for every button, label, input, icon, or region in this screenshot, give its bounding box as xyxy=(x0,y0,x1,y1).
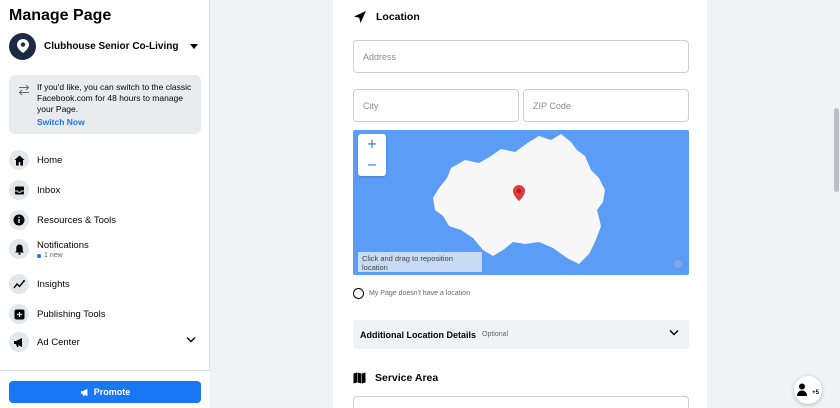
collaborators-button[interactable]: +5 xyxy=(794,376,822,404)
scrollbar-thumb[interactable] xyxy=(834,108,839,192)
notification-count: 1 new xyxy=(37,252,63,259)
no-location-label: My Page doesn't have a location xyxy=(369,290,470,297)
page-name: Clubhouse Senior Co-Living xyxy=(44,40,179,52)
swap-arrows-icon xyxy=(18,84,30,96)
location-section-header: Location xyxy=(353,10,420,24)
navigation-arrow-icon xyxy=(354,11,366,23)
no-location-radio[interactable] xyxy=(353,288,364,299)
notice-text: If you'd like, you can switch to the cla… xyxy=(37,82,192,114)
sidebar-item-inbox[interactable]: Inbox xyxy=(9,178,201,202)
sidebar-item-label: Home xyxy=(37,154,63,166)
map-reposition-hint: Click and drag to reposition location xyxy=(358,252,482,272)
location-title: Location xyxy=(376,11,420,23)
zoom-in-button[interactable]: + xyxy=(358,134,386,155)
sidebar-item-home[interactable]: Home xyxy=(9,148,201,172)
city-input[interactable] xyxy=(353,89,519,122)
additional-details-title: Additional Location Details xyxy=(360,329,477,340)
sidebar-item-label: Ad Center xyxy=(37,336,80,348)
map-corner-icon xyxy=(674,260,682,268)
sidebar-item-ad-center[interactable]: Ad Center xyxy=(9,330,201,354)
chevron-down-icon[interactable] xyxy=(669,329,679,336)
address-input[interactable] xyxy=(353,40,689,73)
service-area-title: Service Area xyxy=(375,372,439,384)
additional-location-details-toggle[interactable]: Additional Location Details Optional xyxy=(353,320,689,349)
inbox-icon xyxy=(9,180,29,200)
switch-now-link[interactable]: Switch Now xyxy=(37,117,85,127)
sidebar-item-label: Insights xyxy=(37,278,70,290)
map-pin-icon[interactable] xyxy=(513,185,525,201)
insights-icon xyxy=(9,274,29,294)
publishing-icon xyxy=(9,304,29,324)
unread-dot xyxy=(37,253,41,258)
sidebar-footer: Promote xyxy=(0,370,210,408)
sidebar-item-label: Inbox xyxy=(37,184,61,196)
page-selector[interactable]: Clubhouse Senior Co-Living xyxy=(9,32,201,60)
map-zoom-controls: + − xyxy=(358,134,386,176)
optional-tag: Optional xyxy=(482,331,509,338)
info-icon xyxy=(9,210,29,230)
chevron-down-icon[interactable] xyxy=(186,336,196,343)
sidebar-item-insights[interactable]: Insights xyxy=(9,272,201,296)
zip-code-input[interactable] xyxy=(523,89,689,122)
sidebar-title: Manage Page xyxy=(9,7,112,24)
promote-label: Promote xyxy=(93,387,131,397)
service-area-input[interactable] xyxy=(353,396,689,408)
zoom-out-button[interactable]: − xyxy=(358,155,386,176)
home-icon xyxy=(9,150,29,170)
caret-down-icon[interactable] xyxy=(190,43,198,49)
classic-switch-notice: If you'd like, you can switch to the cla… xyxy=(9,75,201,134)
promote-button[interactable]: Promote xyxy=(9,381,201,403)
sidebar-item-resources-tools[interactable]: Resources & Tools xyxy=(9,208,201,232)
sidebar-item-label: Publishing Tools xyxy=(37,308,106,320)
bell-icon xyxy=(9,239,29,259)
sidebar-item-notifications[interactable]: Notifications 1 new xyxy=(9,234,201,264)
service-area-section-header: Service Area xyxy=(353,372,438,384)
megaphone-icon xyxy=(80,388,88,396)
map-icon xyxy=(353,372,366,384)
collaborators-badge: +5 xyxy=(812,390,819,396)
location-settings-card: Location + − Click and drag to repositio… xyxy=(333,0,707,408)
location-pin-icon xyxy=(16,39,29,53)
page-avatar xyxy=(9,32,36,60)
no-location-option[interactable]: My Page doesn't have a location xyxy=(353,288,470,299)
sidebar-item-label: Notifications xyxy=(37,239,89,251)
sidebar: Manage Page Clubhouse Senior Co-Living I… xyxy=(0,0,210,408)
location-map[interactable]: + − Click and drag to reposition locatio… xyxy=(353,130,689,275)
sidebar-item-publishing-tools[interactable]: Publishing Tools xyxy=(9,302,201,326)
megaphone-icon xyxy=(9,332,29,352)
page-scrollbar[interactable] xyxy=(833,0,840,408)
sidebar-item-label: Resources & Tools xyxy=(37,214,117,226)
